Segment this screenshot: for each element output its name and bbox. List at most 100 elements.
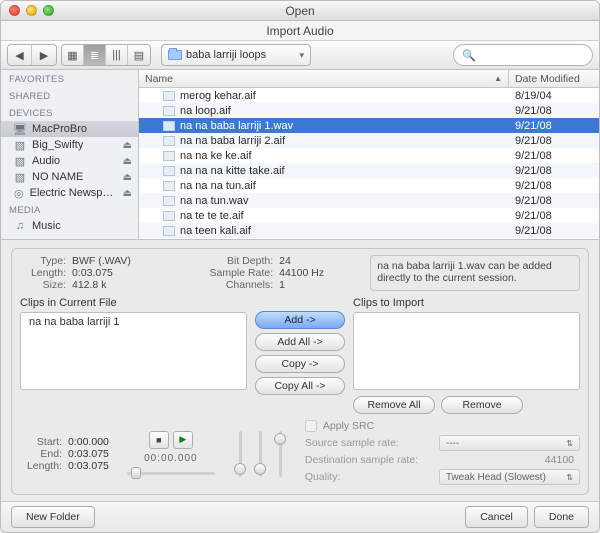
size-label: Size: bbox=[20, 279, 66, 291]
view-icon-columns-icon[interactable]: ||| bbox=[106, 45, 128, 65]
bitdepth-value: 24 bbox=[279, 255, 291, 267]
start-value: 0:00.000 bbox=[68, 436, 109, 448]
file-pane: Name▲ Date Modified merog kehar.aif8/19/… bbox=[139, 70, 599, 239]
footer: New Folder Cancel Done bbox=[1, 501, 599, 532]
done-button[interactable]: Done bbox=[534, 506, 589, 528]
titlebar: Open bbox=[1, 1, 599, 21]
add-button[interactable]: Add -> bbox=[255, 311, 345, 329]
file-date: 9/21/08 bbox=[509, 150, 599, 162]
copy-all-button[interactable]: Copy All -> bbox=[255, 377, 345, 395]
level-slider-3[interactable] bbox=[273, 431, 287, 477]
file-name: na te te te.aif bbox=[180, 210, 244, 222]
sidebar-item[interactable]: ▧Big_Swifty⏏ bbox=[1, 137, 138, 153]
play-button[interactable]: ▶ bbox=[173, 431, 193, 449]
file-date: 8/19/04 bbox=[509, 90, 599, 102]
eject-icon[interactable]: ⏏ bbox=[123, 140, 132, 151]
sidebar-item-label: Music bbox=[32, 220, 61, 232]
file-name: na na baba larriji 2.aif bbox=[180, 135, 285, 147]
apply-src-checkbox[interactable] bbox=[305, 420, 317, 432]
level-sliders bbox=[233, 431, 287, 477]
table-row[interactable]: merog kehar.aif8/19/04 bbox=[139, 88, 599, 103]
chevron-updown-icon: ⇅ bbox=[566, 473, 573, 482]
src-dest-label: Destination sample rate: bbox=[305, 454, 433, 466]
remove-all-button[interactable]: Remove All bbox=[353, 396, 435, 414]
src-quality-popup[interactable]: Tweak Head (Slowest)⇅ bbox=[439, 469, 580, 485]
new-folder-button[interactable]: New Folder bbox=[11, 506, 95, 528]
sidebar-item[interactable]: ▧ Audio ⏏ bbox=[1, 153, 138, 169]
chevron-updown-icon: ⇅ bbox=[566, 439, 573, 448]
level-slider-2[interactable] bbox=[253, 431, 267, 477]
sidebar-item-label: Audio bbox=[32, 155, 60, 167]
table-row[interactable]: na tete ta tun na tete ta.aif9/21/08 bbox=[139, 238, 599, 239]
stop-button[interactable]: ■ bbox=[149, 431, 169, 449]
table-row[interactable]: na teen kali.aif9/21/08 bbox=[139, 223, 599, 238]
file-name: na na na kitte take.aif bbox=[180, 165, 285, 177]
scrub-slider[interactable] bbox=[127, 468, 215, 478]
start-label: Start: bbox=[20, 436, 62, 448]
view-icon-list-icon[interactable]: ≣ bbox=[84, 45, 106, 65]
column-name[interactable]: Name▲ bbox=[139, 70, 509, 87]
src-source-label: Source sample rate: bbox=[305, 437, 433, 449]
search-input[interactable]: 🔍 bbox=[453, 44, 593, 66]
sidebar: FAVORITESSHAREDDEVICES🖥MacProBro▧Big_Swi… bbox=[1, 70, 139, 239]
sidebar-item[interactable]: ♫ Music bbox=[1, 218, 138, 234]
file-name: na na na tun.aif bbox=[180, 180, 256, 192]
table-row[interactable]: na na ke ke.aif 9/21/08 bbox=[139, 148, 599, 163]
add-all-button[interactable]: Add All -> bbox=[255, 333, 345, 351]
remove-button[interactable]: Remove bbox=[441, 396, 523, 414]
cancel-button[interactable]: Cancel bbox=[465, 506, 528, 528]
forward-button[interactable]: ▶ bbox=[32, 45, 56, 65]
file-date: 9/21/08 bbox=[509, 195, 599, 207]
clips-current-list[interactable]: na na baba larriji 1 bbox=[20, 312, 247, 390]
back-button[interactable]: ◀ bbox=[8, 45, 32, 65]
file-date: 9/21/08 bbox=[509, 225, 599, 237]
length-value: 0:03.075 bbox=[72, 267, 113, 279]
length-label-2: Length: bbox=[20, 460, 62, 472]
controls-row: Start:0:00.000 End:0:03.075 Length:0:03.… bbox=[20, 420, 580, 488]
length-value-2: 0:03.075 bbox=[68, 460, 109, 472]
sidebar-item[interactable]: 🖥MacProBro bbox=[1, 121, 138, 137]
table-row[interactable]: na te te te.aif9/21/08 bbox=[139, 208, 599, 223]
eject-icon[interactable]: ⏏ bbox=[123, 188, 132, 199]
table-row[interactable]: na na na kitte take.aif9/21/08 bbox=[139, 163, 599, 178]
view-icon-coverflow-icon[interactable]: ▤ bbox=[128, 45, 150, 65]
disk-icon: ▧ bbox=[13, 171, 27, 183]
eject-icon[interactable]: ⏏ bbox=[123, 172, 132, 183]
disk-icon: ▧ bbox=[13, 155, 27, 167]
sidebar-section-shared: SHARED bbox=[1, 87, 138, 104]
src-dest-value: 44100 bbox=[439, 454, 580, 466]
src-source-popup[interactable]: ----⇅ bbox=[439, 435, 580, 451]
path-popup[interactable]: baba larriji loops ▾ bbox=[161, 44, 311, 66]
table-row[interactable]: na na baba larriji 1.wav 9/21/08 bbox=[139, 118, 599, 133]
file-name: na na ke ke.aif bbox=[180, 150, 252, 162]
column-date[interactable]: Date Modified bbox=[509, 70, 599, 87]
file-name: na na baba larriji 1.wav bbox=[180, 120, 293, 132]
eject-icon[interactable]: ⏏ bbox=[123, 156, 132, 167]
list-item[interactable]: na na baba larriji 1 bbox=[24, 316, 243, 328]
level-slider-1[interactable] bbox=[233, 431, 247, 477]
table-row[interactable]: na na tun.wav9/21/08 bbox=[139, 193, 599, 208]
samplerate-label: Sample Rate: bbox=[195, 267, 273, 279]
display-icon: 🖥 bbox=[13, 123, 27, 135]
file-name: na loop.aif bbox=[180, 105, 231, 117]
note-icon: ♫ bbox=[13, 220, 27, 232]
file-list[interactable]: merog kehar.aif8/19/04na loop.aif9/21/08… bbox=[139, 88, 599, 239]
clips-import-list[interactable] bbox=[353, 312, 580, 390]
copy-button[interactable]: Copy -> bbox=[255, 355, 345, 373]
folder-icon bbox=[168, 50, 182, 60]
sidebar-section-devices: DEVICES bbox=[1, 104, 138, 121]
table-row[interactable]: na na baba larriji 2.aif9/21/08 bbox=[139, 133, 599, 148]
clip-label: na na baba larriji 1 bbox=[29, 316, 120, 328]
path-label: baba larriji loops bbox=[186, 49, 266, 61]
view-icon-grid-icon[interactable]: ▦ bbox=[62, 45, 84, 65]
time-counter: 00:00.000 bbox=[144, 453, 198, 464]
sidebar-item[interactable]: ◎Electric Newspaper…⏏ bbox=[1, 185, 138, 201]
audio-file-icon bbox=[163, 136, 175, 146]
table-row[interactable]: na na na tun.aif9/21/08 bbox=[139, 178, 599, 193]
disk-icon: ▧ bbox=[13, 139, 27, 151]
type-value: BWF (.WAV) bbox=[72, 255, 131, 267]
table-row[interactable]: na loop.aif9/21/08 bbox=[139, 103, 599, 118]
sidebar-item[interactable]: ▧NO NAME⏏ bbox=[1, 169, 138, 185]
apply-src-label: Apply SRC bbox=[323, 420, 374, 432]
file-date: 9/21/08 bbox=[509, 120, 599, 132]
